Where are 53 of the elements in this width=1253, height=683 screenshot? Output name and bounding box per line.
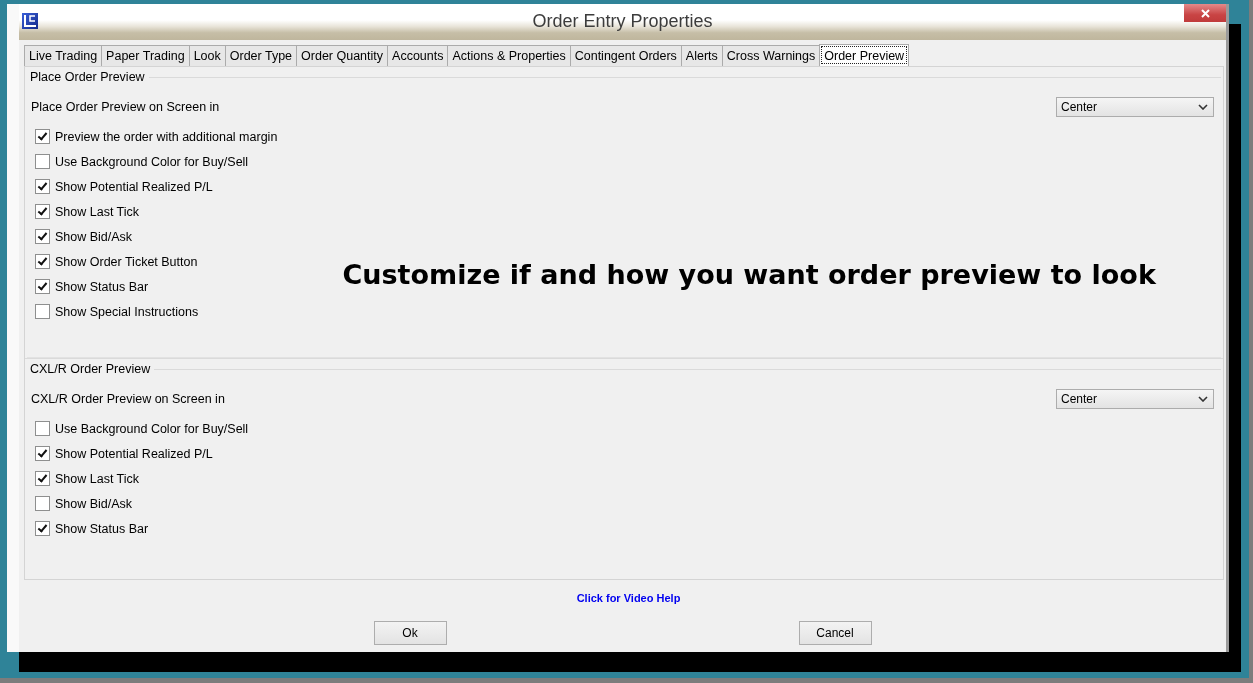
checkbox-label: Show Last Tick [55,471,140,486]
checkbox-label: Show Bid/Ask [55,229,133,244]
tab[interactable]: Accounts [387,45,449,66]
tab[interactable]: Look [188,45,226,66]
checkbox[interactable] [35,204,50,219]
checkbox[interactable] [35,521,50,536]
position-dropdown[interactable]: Center [1056,389,1214,409]
checkbox-label: Show Last Tick [55,204,140,219]
checkbox[interactable] [35,254,50,269]
checkbox-label: Show Bid/Ask [55,496,133,511]
tab[interactable]: Order Type [224,45,298,66]
checkbox[interactable] [35,471,50,486]
checkbox-label: Use Background Color for Buy/Sell [55,421,249,436]
chevron-icon [1198,396,1208,402]
checkbox[interactable] [35,279,50,294]
checkbox[interactable] [35,304,50,319]
checkbox[interactable] [35,154,50,169]
tab[interactable]: Paper Trading [101,45,190,66]
checkbox-label: Show Status Bar [55,279,149,294]
checkbox[interactable] [35,421,50,436]
checkbox[interactable] [35,446,50,461]
tab[interactable]: Live Trading [24,45,103,66]
callout-text: Customize if and how you want order preview to look [342,259,1156,291]
checkbox[interactable] [35,129,50,144]
checkbox[interactable] [35,229,50,244]
logo-icon [22,13,38,29]
checkbox-label: Preview the order with additional margin [55,129,278,144]
tab[interactable]: Actions & Properties [447,45,571,66]
checkbox-label: Show Potential Realized P/L [55,179,213,194]
close-button[interactable] [1184,4,1226,22]
chevron-icon [1198,104,1208,110]
window-title: Order Entry Properties [532,10,713,32]
dialog-button[interactable]: Cancel [798,621,872,645]
checkbox-label: Show Potential Realized P/L [55,446,213,461]
position-dropdown[interactable]: Center [1056,97,1214,117]
checkbox-label: Use Background Color for Buy/Sell [55,154,249,169]
tab[interactable]: Contingent Orders [569,45,682,66]
field-label: Place Order Preview on Screen in [31,100,220,114]
dialog-button[interactable]: Ok [373,621,447,645]
field-label: CXL/R Order Preview on Screen in [31,392,225,406]
tab[interactable]: Order Quantity [296,45,389,66]
checkbox[interactable] [35,179,50,194]
checkbox[interactable] [35,496,50,511]
close-icon [1200,8,1210,18]
checkbox-label: Show Status Bar [55,521,149,536]
group-title: CXL/R Order Preview [30,362,151,376]
tab[interactable]: Alerts [680,45,723,66]
checkbox-label: Show Order Ticket Button [55,254,198,269]
tab[interactable]: Order Preview [819,44,910,66]
group-title: Place Order Preview [30,70,145,84]
checkbox-label: Show Special Instructions [55,304,199,319]
video-help-link[interactable]: Click for Video Help [576,592,681,605]
tab[interactable]: Cross Warnings [721,45,821,66]
